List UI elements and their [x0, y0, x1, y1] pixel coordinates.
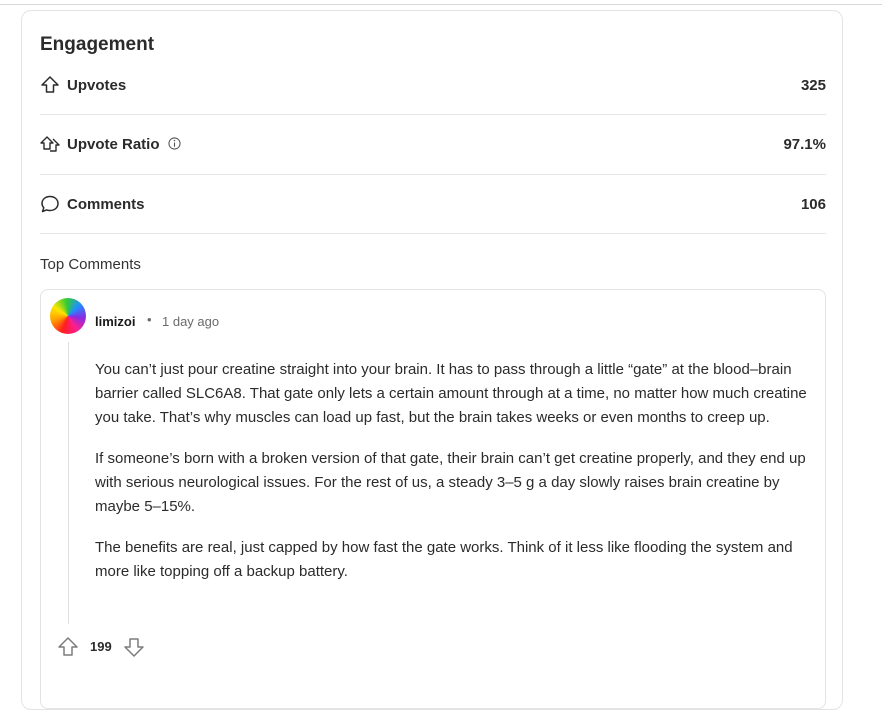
- stat-comments: Comments 106: [40, 194, 826, 216]
- comment-paragraph: You can’t just pour creatine straight in…: [95, 361, 807, 426]
- divider: [40, 114, 826, 115]
- stat-label: Comments: [67, 196, 145, 213]
- stat-upvote-ratio: Upvote Ratio 97.1%: [40, 134, 826, 156]
- thread-line[interactable]: [68, 342, 69, 624]
- arrow-up-outline-icon: [41, 76, 59, 93]
- downvote-icon[interactable]: [123, 636, 145, 658]
- vote-count: 199: [90, 639, 112, 654]
- comment-card: limizoi • 1 day ago You can’t just pour …: [40, 289, 826, 709]
- comment-timestamp[interactable]: 1 day ago: [162, 314, 219, 329]
- stat-label: Upvote Ratio: [67, 136, 181, 153]
- speech-bubble-icon: [41, 195, 59, 213]
- comment-author[interactable]: limizoi: [95, 314, 135, 329]
- top-comments-heading: Top Comments: [40, 256, 141, 273]
- top-divider: [0, 4, 882, 5]
- engagement-card: Engagement Upvotes 325 Upvote Ratio 97.1…: [21, 10, 843, 710]
- meta-separator: •: [147, 312, 152, 327]
- engagement-heading: Engagement: [40, 34, 155, 55]
- stat-value: 106: [800, 196, 826, 213]
- divider: [40, 233, 826, 234]
- upvote-icon[interactable]: [57, 636, 79, 658]
- comment-body: You can’t just pour creatine straight in…: [95, 358, 817, 601]
- stat-value: 97.1%: [783, 136, 826, 153]
- stat-upvotes: Upvotes 325: [40, 75, 826, 97]
- double-arrow-up-icon: [40, 136, 60, 152]
- stat-label-text: Upvote Ratio: [67, 136, 160, 153]
- info-icon[interactable]: [168, 137, 181, 150]
- comment-paragraph: If someone’s born with a broken version …: [95, 450, 806, 515]
- divider: [40, 174, 826, 175]
- comment-paragraph: The benefits are real, just capped by ho…: [95, 539, 793, 580]
- stat-value: 325: [800, 77, 826, 94]
- avatar[interactable]: [50, 298, 86, 334]
- stat-label: Upvotes: [67, 77, 127, 94]
